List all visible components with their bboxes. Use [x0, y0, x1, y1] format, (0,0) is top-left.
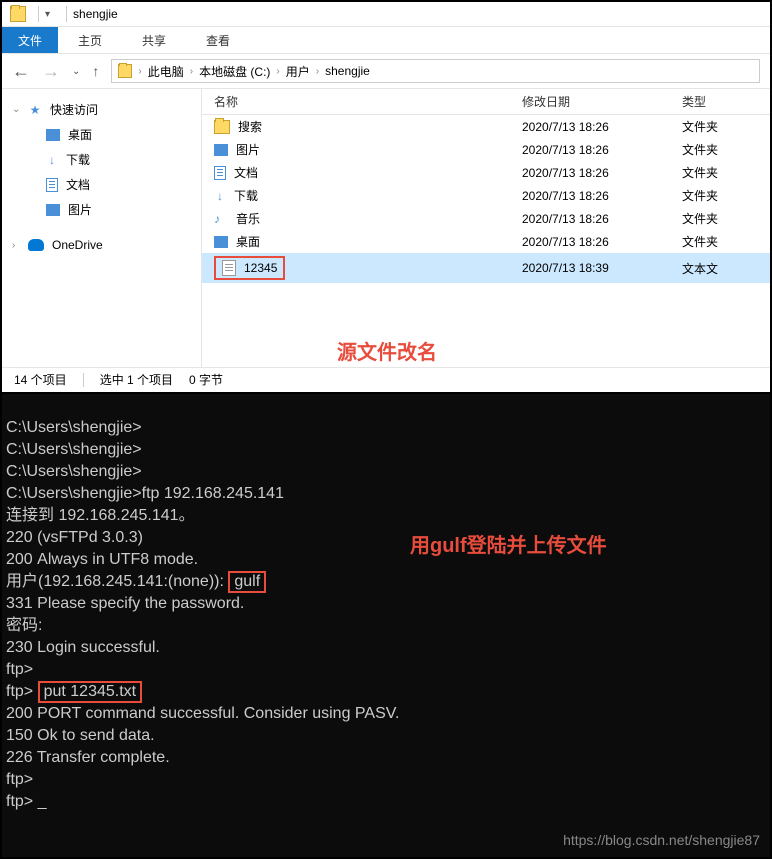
terminal-line: 226 Transfer complete. — [6, 749, 170, 766]
chevron-right-icon: › — [276, 66, 279, 77]
terminal-line: 用户(192.168.245.141:(none)): — [6, 573, 228, 590]
music-icon: ♪ — [214, 212, 228, 226]
highlight-box: 12345 — [214, 256, 285, 280]
sidebar-onedrive[interactable]: › OneDrive — [2, 234, 201, 256]
col-date[interactable]: 修改日期 — [522, 93, 682, 110]
sidebar-item-desktop[interactable]: 桌面 — [2, 122, 201, 147]
file-row[interactable]: ↓下载2020/7/13 18:26文件夹 — [202, 184, 770, 207]
status-count: 14 个项目 — [14, 371, 67, 388]
forward-button[interactable]: → — [42, 61, 60, 82]
folder-icon — [10, 6, 26, 22]
window-title: shengjie — [73, 7, 118, 21]
chevron-right-icon: › — [190, 66, 193, 77]
history-dropdown[interactable]: ⌄ — [72, 66, 80, 77]
body-area: ⌄ ★ 快速访问 桌面 ↓下载 文档 图片 › OneDrive 名称 修改日期… — [2, 89, 770, 367]
breadcrumb-item[interactable]: 用户 — [286, 63, 310, 80]
picture-icon — [214, 144, 228, 156]
highlight-username: gulf — [228, 571, 266, 593]
sidebar: ⌄ ★ 快速访问 桌面 ↓下载 文档 图片 › OneDrive — [2, 89, 202, 367]
nav-bar: ← → ⌄ ↑ › 此电脑 › 本地磁盘 (C:) › 用户 › shengji… — [2, 53, 770, 89]
folder-icon — [118, 64, 132, 78]
sidebar-label: 快速访问 — [50, 101, 98, 118]
sidebar-item-pictures[interactable]: 图片 — [2, 197, 201, 222]
column-headers[interactable]: 名称 修改日期 类型 — [202, 89, 770, 115]
chevron-right-icon: › — [138, 66, 141, 77]
terminal-line: 200 PORT command successful. Consider us… — [6, 705, 399, 722]
file-row[interactable]: 桌面2020/7/13 18:26文件夹 — [202, 230, 770, 253]
title-bar: ▾ shengjie — [2, 2, 770, 27]
terminal-line: 331 Please specify the password. — [6, 595, 244, 612]
terminal-line: ftp> _ — [6, 793, 46, 810]
star-icon: ★ — [28, 103, 42, 117]
breadcrumb[interactable]: › 此电脑 › 本地磁盘 (C:) › 用户 › shengjie — [111, 59, 760, 83]
up-button[interactable]: ↑ — [92, 63, 99, 79]
terminal-line: 150 Ok to send data. — [6, 727, 155, 744]
separator — [38, 6, 39, 22]
terminal-line: 200 Always in UTF8 mode. — [6, 551, 198, 568]
download-icon: ↓ — [46, 154, 58, 166]
onedrive-icon — [28, 239, 44, 251]
tab-share[interactable]: 共享 — [122, 27, 186, 53]
chevron-right-icon: › — [316, 66, 319, 77]
watermark: https://blog.csdn.net/shengjie87 — [563, 830, 760, 851]
breadcrumb-item[interactable]: 此电脑 — [148, 63, 184, 80]
breadcrumb-item[interactable]: shengjie — [325, 64, 370, 78]
status-bar: 14 个项目 选中 1 个项目 0 字节 — [2, 367, 770, 391]
tab-view[interactable]: 查看 — [186, 27, 250, 53]
text-file-icon — [222, 260, 236, 276]
terminal-line: C:\Users\shengjie> — [6, 441, 142, 458]
sidebar-quick-access[interactable]: ⌄ ★ 快速访问 — [2, 97, 201, 122]
file-row-selected[interactable]: 123452020/7/13 18:39文本文 — [202, 253, 770, 283]
picture-icon — [46, 204, 60, 216]
annotation-rename: 源文件改名 — [337, 336, 437, 365]
terminal[interactable]: C:\Users\shengjie> C:\Users\shengjie> C:… — [2, 394, 770, 857]
desktop-icon — [46, 129, 60, 141]
terminal-line: C:\Users\shengjie> — [6, 485, 142, 502]
chevron-down-icon[interactable]: ▾ — [45, 9, 50, 20]
tab-home[interactable]: 主页 — [58, 27, 122, 53]
folder-icon — [214, 120, 230, 134]
explorer-window: ▾ shengjie 文件 主页 共享 查看 ← → ⌄ ↑ › 此电脑 › 本… — [2, 2, 770, 392]
terminal-line: 230 Login successful. — [6, 639, 160, 656]
document-icon — [214, 166, 226, 180]
terminal-line: 220 (vsFTPd 3.0.3) — [6, 529, 143, 546]
tab-file[interactable]: 文件 — [2, 27, 58, 53]
terminal-line: 连接到 192.168.245.141。 — [6, 507, 195, 524]
status-size: 0 字节 — [189, 371, 223, 388]
sidebar-item-documents[interactable]: 文档 — [2, 172, 201, 197]
terminal-command: ftp 192.168.245.141 — [142, 485, 284, 502]
caret-icon: › — [12, 240, 15, 251]
terminal-line: C:\Users\shengjie> — [6, 419, 142, 436]
terminal-line: 密码: — [6, 617, 47, 634]
file-row[interactable]: 搜索2020/7/13 18:26文件夹 — [202, 115, 770, 138]
sidebar-label: OneDrive — [52, 238, 103, 252]
file-row[interactable]: 图片2020/7/13 18:26文件夹 — [202, 138, 770, 161]
breadcrumb-item[interactable]: 本地磁盘 (C:) — [199, 63, 270, 80]
file-list: 名称 修改日期 类型 搜索2020/7/13 18:26文件夹 图片2020/7… — [202, 89, 770, 367]
download-icon: ↓ — [214, 190, 226, 202]
separator — [66, 6, 67, 22]
col-type[interactable]: 类型 — [682, 93, 770, 110]
col-name[interactable]: 名称 — [202, 93, 522, 110]
status-selection: 选中 1 个项目 — [100, 371, 173, 388]
terminal-line: ftp> — [6, 771, 33, 788]
file-row[interactable]: 文档2020/7/13 18:26文件夹 — [202, 161, 770, 184]
terminal-line: C:\Users\shengjie> — [6, 463, 142, 480]
ribbon-tabs: 文件 主页 共享 查看 — [2, 27, 770, 53]
file-row[interactable]: ♪音乐2020/7/13 18:26文件夹 — [202, 207, 770, 230]
highlight-put-command: put 12345.txt — [38, 681, 143, 703]
separator — [83, 373, 84, 387]
back-button[interactable]: ← — [12, 61, 30, 82]
desktop-icon — [214, 236, 228, 248]
annotation-login-upload: 用gulf登陆并上传文件 — [410, 536, 607, 557]
caret-icon: ⌄ — [12, 104, 20, 115]
terminal-line: ftp> — [6, 683, 38, 700]
document-icon — [46, 178, 58, 192]
sidebar-item-downloads[interactable]: ↓下载 — [2, 147, 201, 172]
terminal-line: ftp> — [6, 661, 33, 678]
